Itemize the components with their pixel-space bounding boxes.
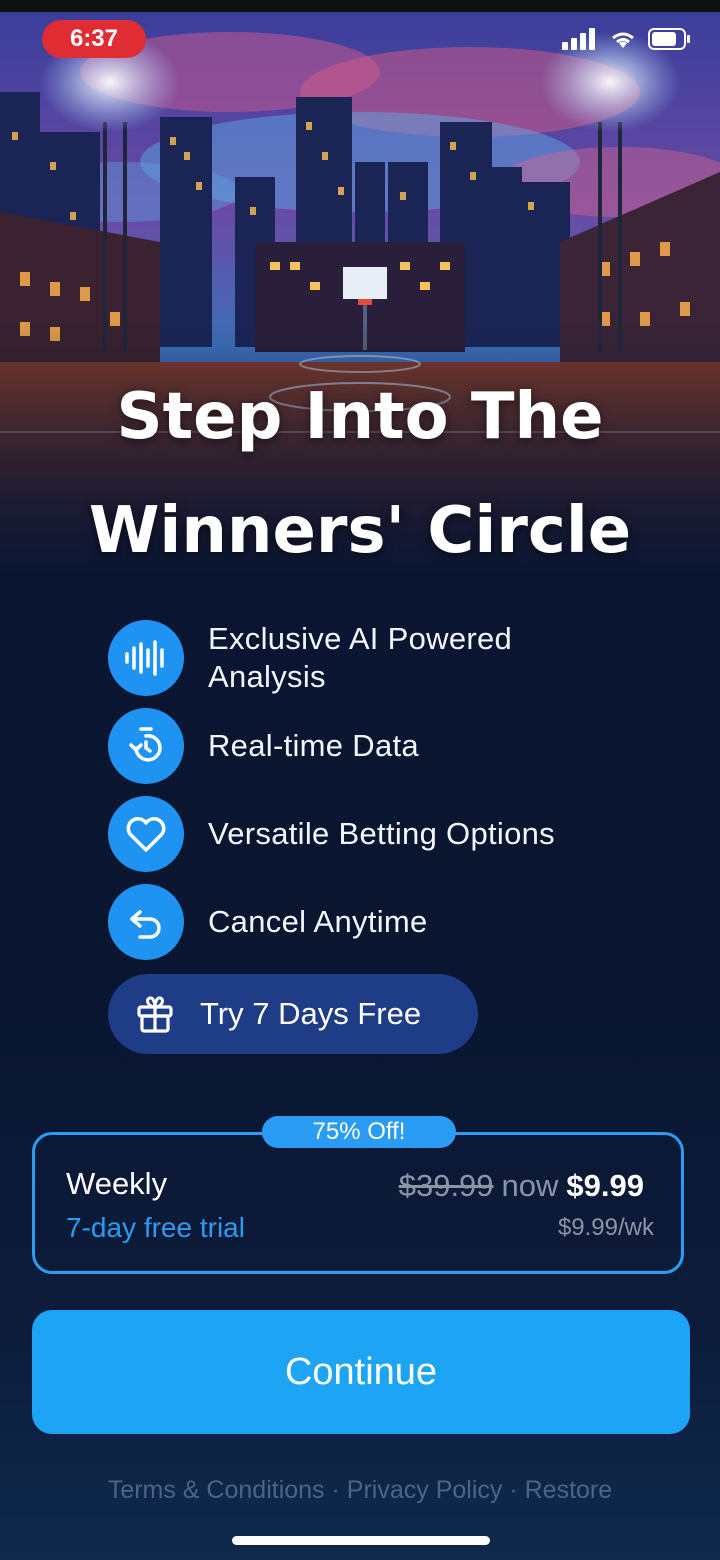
status-icons — [562, 26, 692, 56]
undo-arrow-icon — [108, 884, 184, 960]
old-price: $39.99 — [398, 1168, 494, 1203]
footer-links: Terms & Conditions · Privacy Policy · Re… — [0, 1476, 720, 1505]
gift-icon — [134, 993, 176, 1035]
feature-item: Real-time Data — [108, 708, 668, 784]
continue-button[interactable]: Continue — [32, 1310, 690, 1434]
free-trial-pill: Try 7 Days Free — [108, 974, 478, 1054]
feature-list: Exclusive AI Powered Analysis Real-time … — [108, 620, 668, 972]
wifi-icon — [608, 28, 638, 55]
heart-icon — [108, 796, 184, 872]
free-trial-label: Try 7 Days Free — [200, 996, 422, 1031]
headline: Step Into The Winners' Circle — [0, 360, 720, 588]
battery-icon — [648, 27, 692, 55]
waveform-icon — [108, 620, 184, 696]
feature-label: Versatile Betting Options — [208, 816, 555, 851]
headline-line-1: Step Into The — [116, 380, 604, 454]
feature-label: Exclusive AI Powered Analysis — [208, 621, 513, 694]
new-price: $9.99 — [566, 1168, 644, 1203]
feature-item: Exclusive AI Powered Analysis — [108, 620, 668, 696]
home-indicator[interactable] — [232, 1536, 490, 1545]
status-time: 6:37 — [42, 20, 146, 58]
paywall-screen: 6:37 Step Into The Winners' Circle Exclu… — [0, 0, 720, 1560]
feature-item: Cancel Anytime — [108, 884, 668, 960]
restore-link[interactable]: Restore — [525, 1476, 613, 1504]
plan-trial-text: 7-day free trial — [66, 1212, 245, 1243]
discount-badge: 75% Off! — [262, 1116, 456, 1148]
footer-separator: · — [509, 1476, 518, 1504]
feature-label: Real-time Data — [208, 728, 419, 763]
timer-icon — [108, 708, 184, 784]
top-edge — [0, 0, 720, 12]
now-label: now — [501, 1168, 559, 1203]
signal-icon — [562, 27, 598, 55]
headline-line-2: Winners' Circle — [88, 494, 632, 568]
feature-item: Versatile Betting Options — [108, 796, 668, 872]
feature-label: Cancel Anytime — [208, 904, 428, 939]
footer-separator: · — [331, 1476, 340, 1504]
price-per-week: $9.99/wk — [557, 1214, 654, 1241]
privacy-link[interactable]: Privacy Policy — [347, 1476, 503, 1504]
terms-link[interactable]: Terms & Conditions — [108, 1476, 325, 1504]
price-line: $39.99 now $9.99 — [399, 1168, 644, 1204]
plan-name: Weekly — [66, 1166, 168, 1201]
